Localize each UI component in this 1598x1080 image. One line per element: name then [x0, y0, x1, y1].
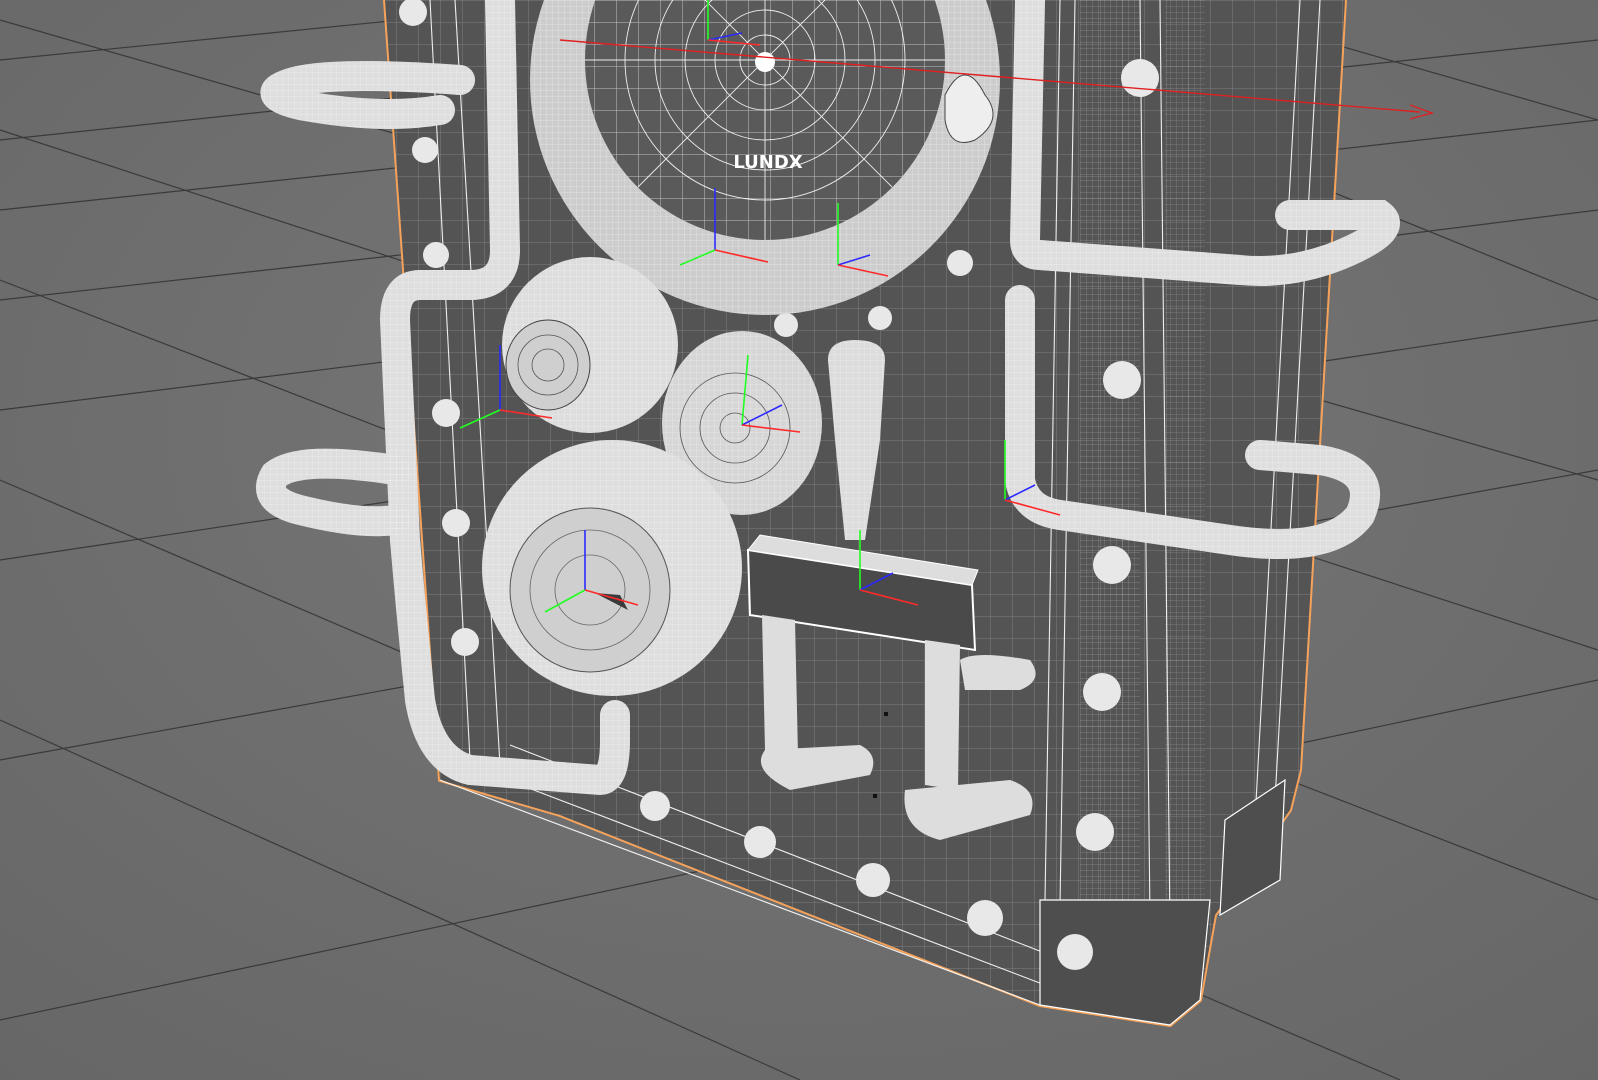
gauge-brand-label: LUNDX	[733, 152, 802, 173]
pressure-gauge-lower[interactable]	[482, 440, 742, 696]
small-gauge-left[interactable]	[502, 257, 678, 433]
3d-viewport[interactable]: LUNDX	[0, 0, 1598, 1080]
